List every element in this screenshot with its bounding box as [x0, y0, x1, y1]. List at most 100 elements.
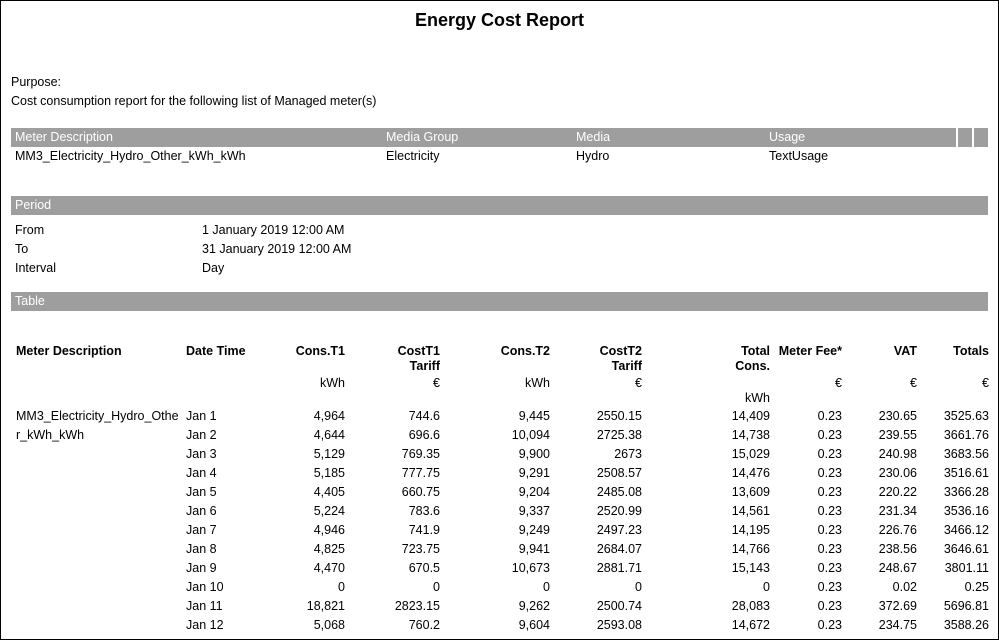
value-cell: 3366.28 [917, 483, 989, 502]
date-cell: Jan 5 [182, 483, 260, 502]
value-cell: 2725.38 [550, 426, 642, 445]
meter-description-value: MM3_Electricity_Hydro_Other_kWh_kWh [11, 147, 382, 166]
column-header: Total Cons. [642, 344, 770, 376]
period-to-row: To 31 January 2019 12:00 AM [11, 240, 988, 259]
value-cell: 9,445 [440, 407, 550, 426]
value-cell: 5,224 [260, 502, 345, 521]
period-from-row: From 1 January 2019 12:00 AM [11, 221, 988, 240]
value-cell: 4,644 [260, 426, 345, 445]
value-cell: 14,561 [642, 502, 770, 521]
value-cell: 10,673 [440, 559, 550, 578]
value-cell: 230.65 [842, 407, 917, 426]
value-cell: 2500.74 [550, 597, 642, 616]
cost-table-body: MM3_Electricity_Hydro_Other_kWh_kWhJan 1… [12, 407, 989, 635]
date-cell: Jan 12 [182, 616, 260, 635]
value-cell: 0.23 [770, 521, 842, 540]
value-cell: 0.02 [842, 578, 917, 597]
meter-list-header: Meter Description Media Group Media Usag… [11, 128, 988, 147]
meter-list-row: MM3_Electricity_Hydro_Other_kWh_kWh Elec… [11, 147, 988, 166]
value-cell: 3525.63 [917, 407, 989, 426]
value-cell: 230.06 [842, 464, 917, 483]
value-cell: 0.25 [917, 578, 989, 597]
media-group-header: Media Group [382, 128, 572, 147]
column-header: VAT [842, 344, 917, 376]
value-cell: 28,083 [642, 597, 770, 616]
value-cell: 9,291 [440, 464, 550, 483]
purpose-text: Cost consumption report for the followin… [11, 92, 988, 111]
value-cell: 660.75 [345, 483, 440, 502]
column-unit: kWh [642, 376, 770, 407]
column-header: Meter Description [12, 344, 182, 376]
value-cell: 14,409 [642, 407, 770, 426]
value-cell: 4,964 [260, 407, 345, 426]
value-cell: 0.23 [770, 597, 842, 616]
report-title: Energy Cost Report [1, 1, 998, 31]
value-cell: 3588.26 [917, 616, 989, 635]
date-cell: Jan 2 [182, 426, 260, 445]
interval-value: Day [202, 259, 224, 278]
value-cell: 0 [260, 578, 345, 597]
value-cell: 0.23 [770, 578, 842, 597]
from-value: 1 January 2019 12:00 AM [202, 221, 344, 240]
value-cell: 13,609 [642, 483, 770, 502]
to-value: 31 January 2019 12:00 AM [202, 240, 351, 259]
value-cell: 3801.11 [917, 559, 989, 578]
value-cell: 3516.61 [917, 464, 989, 483]
value-cell: 4,470 [260, 559, 345, 578]
value-cell: 372.69 [842, 597, 917, 616]
meter-name-cell: MM3_Electricity_Hydro_Other_kWh_kWh [12, 407, 182, 635]
value-cell: 3536.16 [917, 502, 989, 521]
date-cell: Jan 4 [182, 464, 260, 483]
value-cell: 0.23 [770, 426, 842, 445]
date-cell: Jan 10 [182, 578, 260, 597]
value-cell: 18,821 [260, 597, 345, 616]
value-cell: 696.6 [345, 426, 440, 445]
value-cell: 0.23 [770, 407, 842, 426]
value-cell: 2673 [550, 445, 642, 464]
value-cell: 0.23 [770, 540, 842, 559]
usage-value: TextUsage [765, 147, 988, 166]
column-header: Totals [917, 344, 989, 376]
date-cell: Jan 7 [182, 521, 260, 540]
value-cell: 239.55 [842, 426, 917, 445]
value-cell: 14,195 [642, 521, 770, 540]
value-cell: 4,405 [260, 483, 345, 502]
value-cell: 220.22 [842, 483, 917, 502]
date-cell: Jan 11 [182, 597, 260, 616]
value-cell: 231.34 [842, 502, 917, 521]
value-cell: 5,068 [260, 616, 345, 635]
table-section-header: Table [11, 292, 988, 311]
table-row: MM3_Electricity_Hydro_Other_kWh_kWhJan 1… [12, 407, 989, 426]
value-cell: 2823.15 [345, 597, 440, 616]
value-cell: 741.9 [345, 521, 440, 540]
value-cell: 3661.76 [917, 426, 989, 445]
media-header: Media [572, 128, 765, 147]
value-cell: 0 [345, 578, 440, 597]
purpose-section: Purpose: Cost consumption report for the… [11, 73, 988, 111]
value-cell: 3646.61 [917, 540, 989, 559]
from-label: From [11, 221, 202, 240]
value-cell: 9,262 [440, 597, 550, 616]
column-unit: € [842, 376, 917, 407]
value-cell: 2508.57 [550, 464, 642, 483]
value-cell: 2497.23 [550, 521, 642, 540]
meter-description-header: Meter Description [11, 128, 382, 147]
column-unit: € [770, 376, 842, 407]
value-cell: 744.6 [345, 407, 440, 426]
column-header: CostT2 Tariff [550, 344, 642, 376]
period-fields: From 1 January 2019 12:00 AM To 31 Janua… [11, 221, 988, 278]
value-cell: 3466.12 [917, 521, 989, 540]
value-cell: 240.98 [842, 445, 917, 464]
value-cell: 0.23 [770, 616, 842, 635]
value-cell: 5,185 [260, 464, 345, 483]
value-cell: 9,204 [440, 483, 550, 502]
value-cell: 4,946 [260, 521, 345, 540]
value-cell: 4,825 [260, 540, 345, 559]
value-cell: 5696.81 [917, 597, 989, 616]
value-cell: 9,941 [440, 540, 550, 559]
interval-label: Interval [11, 259, 202, 278]
column-header: Cons.T2 [440, 344, 550, 376]
value-cell: 14,672 [642, 616, 770, 635]
value-cell: 2520.99 [550, 502, 642, 521]
usage-header: Usage [765, 128, 956, 147]
